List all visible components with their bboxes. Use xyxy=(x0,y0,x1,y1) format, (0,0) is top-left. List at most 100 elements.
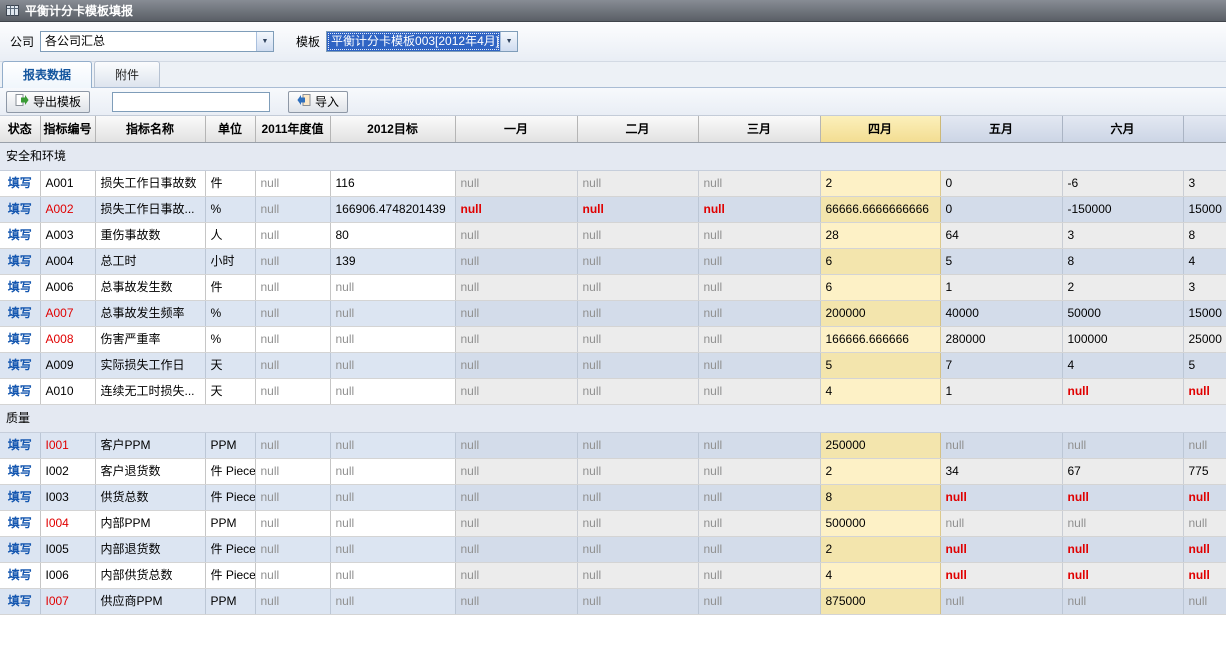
fill-link[interactable]: 填写 xyxy=(8,176,32,190)
cell-month-value: null xyxy=(455,223,577,249)
column-header: 2012目标 xyxy=(330,116,455,143)
fill-link[interactable]: 填写 xyxy=(8,464,32,478)
cell-month-value: null xyxy=(1062,589,1183,615)
cell-month-value: 0 xyxy=(940,171,1062,197)
import-label: 导入 xyxy=(315,93,339,110)
cell-unit: 天 xyxy=(205,353,255,379)
cell-2011-value: null xyxy=(255,563,330,589)
column-header: 单位 xyxy=(205,116,255,143)
fill-link[interactable]: 填写 xyxy=(8,280,32,294)
cell-month-value: null xyxy=(455,197,577,223)
table-row: 填写I001客户PPMPPMnullnullnullnullnull250000… xyxy=(0,433,1226,459)
cell-month-value: 4 xyxy=(820,563,940,589)
cell-indicator-code: I005 xyxy=(40,537,95,563)
cell-indicator-name: 重伤事故数 xyxy=(95,223,205,249)
cell-unit: % xyxy=(205,301,255,327)
cell-month-value: 280000 xyxy=(940,327,1062,353)
cell-month-value: 775 xyxy=(1183,459,1226,485)
cell-2012-target: null xyxy=(330,379,455,405)
cell-indicator-code: I004 xyxy=(40,511,95,537)
cell-2012-target: 139 xyxy=(330,249,455,275)
cell-unit: 件 Pieces xyxy=(205,563,255,589)
cell-indicator-name: 内部退货数 xyxy=(95,537,205,563)
cell-month-value: null xyxy=(698,433,820,459)
cell-month-value: 40000 xyxy=(940,301,1062,327)
cell-month-value: 0 xyxy=(940,197,1062,223)
column-header: 状态 xyxy=(0,116,40,143)
cell-2011-value: null xyxy=(255,537,330,563)
cell-month-value: 66666.6666666666 xyxy=(820,197,940,223)
cell-month-value: null xyxy=(455,249,577,275)
cell-month-value: 2 xyxy=(820,537,940,563)
tab-attachments[interactable]: 附件 xyxy=(94,61,160,87)
cell-2011-value: null xyxy=(255,249,330,275)
cell-indicator-name: 总工时 xyxy=(95,249,205,275)
cell-month-value: 166666.666666 xyxy=(820,327,940,353)
cell-month-value: 3 xyxy=(1183,171,1226,197)
cell-status: 填写 xyxy=(0,249,40,275)
chevron-down-icon[interactable]: ▼ xyxy=(500,32,517,51)
cell-month-value: null xyxy=(940,537,1062,563)
fill-link[interactable]: 填写 xyxy=(8,358,32,372)
fill-link[interactable]: 填写 xyxy=(8,384,32,398)
fill-link[interactable]: 填写 xyxy=(8,594,32,608)
cell-indicator-name: 连续无工时损失... xyxy=(95,379,205,405)
cell-month-value: null xyxy=(698,511,820,537)
cell-indicator-code: A010 xyxy=(40,379,95,405)
column-header: 三月 xyxy=(698,116,820,143)
cell-unit: % xyxy=(205,327,255,353)
cell-indicator-code: A001 xyxy=(40,171,95,197)
group-row: 安全和环境 xyxy=(0,143,1226,171)
cell-status: 填写 xyxy=(0,433,40,459)
chevron-down-icon[interactable]: ▼ xyxy=(256,32,273,51)
template-select[interactable]: 平衡计分卡模板003[2012年4月] ▼ xyxy=(326,31,518,52)
cell-indicator-name: 损失工作日事故数 xyxy=(95,171,205,197)
cell-unit: 天 xyxy=(205,379,255,405)
cell-month-value: 25000 xyxy=(1183,327,1226,353)
cell-month-value: null xyxy=(577,511,698,537)
cell-month-value: null xyxy=(1183,433,1226,459)
cell-month-value: null xyxy=(698,301,820,327)
cell-month-value: null xyxy=(577,301,698,327)
import-button[interactable]: 导入 xyxy=(288,91,348,113)
column-header: 四月 xyxy=(820,116,940,143)
cell-month-value: null xyxy=(698,353,820,379)
group-row: 质量 xyxy=(0,405,1226,433)
cell-month-value: null xyxy=(698,563,820,589)
cell-month-value: null xyxy=(455,563,577,589)
cell-month-value: null xyxy=(455,275,577,301)
cell-month-value: null xyxy=(1062,563,1183,589)
table-row: 填写A001损失工作日事故数件null116nullnullnull20-63 xyxy=(0,171,1226,197)
tab-report-data[interactable]: 报表数据 xyxy=(2,61,92,88)
fill-link[interactable]: 填写 xyxy=(8,254,32,268)
cell-2011-value: null xyxy=(255,223,330,249)
fill-link[interactable]: 填写 xyxy=(8,306,32,320)
company-select[interactable]: 各公司汇总 ▼ xyxy=(40,31,274,52)
fill-link[interactable]: 填写 xyxy=(8,568,32,582)
fill-link[interactable]: 填写 xyxy=(8,438,32,452)
cell-2012-target: null xyxy=(330,589,455,615)
fill-link[interactable]: 填写 xyxy=(8,228,32,242)
fill-link[interactable]: 填写 xyxy=(8,490,32,504)
filter-toolbar: 公司 各公司汇总 ▼ 模板 平衡计分卡模板003[2012年4月] ▼ xyxy=(0,22,1226,62)
cell-month-value: null xyxy=(1183,379,1226,405)
cell-month-value: null xyxy=(577,589,698,615)
cell-2012-target: null xyxy=(330,485,455,511)
cell-status: 填写 xyxy=(0,275,40,301)
cell-month-value: null xyxy=(577,197,698,223)
cell-2011-value: null xyxy=(255,379,330,405)
import-file-input[interactable] xyxy=(112,92,270,112)
fill-link[interactable]: 填写 xyxy=(8,202,32,216)
action-toolbar: 导出模板 导入 xyxy=(0,88,1226,116)
app-window: 平衡计分卡模板填报 公司 各公司汇总 ▼ 模板 平衡计分卡模板003[2012年… xyxy=(0,0,1226,647)
fill-link[interactable]: 填写 xyxy=(8,542,32,556)
cell-month-value: null xyxy=(577,433,698,459)
fill-link[interactable]: 填写 xyxy=(8,332,32,346)
cell-indicator-code: I002 xyxy=(40,459,95,485)
table-row: 填写I006内部供货总数件 Piecesnullnullnullnullnull… xyxy=(0,563,1226,589)
fill-link[interactable]: 填写 xyxy=(8,516,32,530)
cell-month-value: null xyxy=(455,537,577,563)
column-header: 一月 xyxy=(455,116,577,143)
tab-label: 报表数据 xyxy=(23,68,71,82)
export-template-button[interactable]: 导出模板 xyxy=(6,91,90,113)
